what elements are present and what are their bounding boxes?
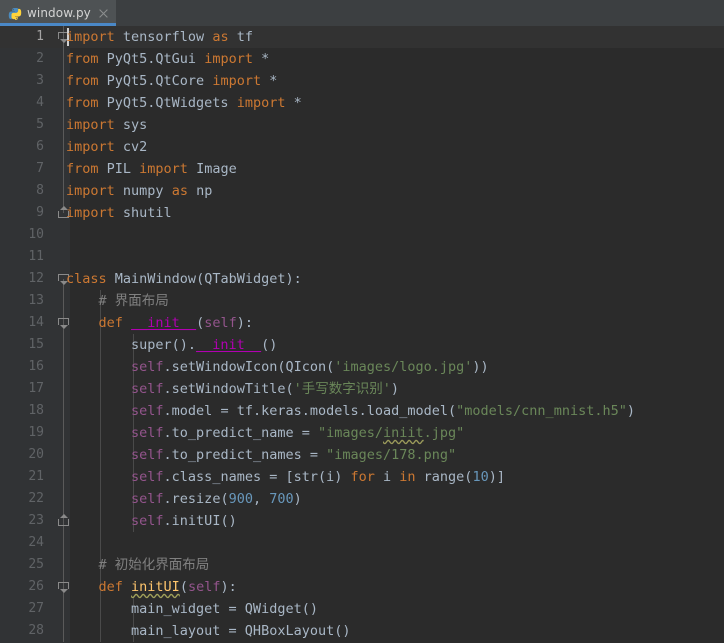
code-line[interactable]: 20 self.to_predict_names = "images/178.p… [0,444,724,466]
code-line[interactable]: 1 import tensorflow as tf [0,26,724,48]
code-line[interactable]: 24 [0,532,724,554]
code-line[interactable]: 2 from PyQt5.QtGui import * [0,48,724,70]
code-text: super().__init__() [66,337,278,353]
code-line[interactable]: 8 import numpy as np [0,180,724,202]
code-line[interactable]: 5 import sys [0,114,724,136]
code-line[interactable]: 3 from PyQt5.QtCore import * [0,70,724,92]
line-number: 13 [28,293,44,308]
code-text: from PyQt5.QtGui import * [66,51,270,67]
line-number: 7 [36,161,44,176]
line-number: 2 [36,51,44,66]
line-number: 5 [36,117,44,132]
code-line[interactable]: 25 # 初始化界面布局 [0,554,724,576]
code-text: self.setWindowIcon(QIcon('images/logo.jp… [131,359,489,375]
line-number: 12 [28,271,44,286]
line-number: 23 [28,513,44,528]
code-lines: 1 import tensorflow as tf 2 from PyQt5.Q… [0,26,724,642]
line-number: 11 [28,249,44,264]
line-number: 14 [28,315,44,330]
code-text: # 初始化界面布局 [98,557,210,573]
line-number: 17 [28,381,44,396]
code-line[interactable]: 4 from PyQt5.QtWidgets import * [0,92,724,114]
line-number: 3 [36,73,44,88]
code-text: # 界面布局 [98,293,169,309]
line-number: 9 [36,205,44,220]
line-number: 15 [28,337,44,352]
line-number: 4 [36,95,44,110]
code-text: import numpy as np [66,183,213,199]
line-number: 19 [28,425,44,440]
code-line[interactable]: 27 main_widget = QWidget() [0,598,724,620]
code-line[interactable]: 21 self.class_names = [str(i) for i in r… [0,466,724,488]
code-text: self.to_predict_name = "images/iniit.jpg… [131,425,465,441]
code-text: self.resize(900, 700) [131,491,302,507]
line-number: 21 [28,469,44,484]
line-number: 6 [36,139,44,154]
code-line[interactable]: 17 self.setWindowTitle('手写数字识别') [0,378,724,400]
code-text: from PyQt5.QtCore import * [66,73,278,89]
code-text: def initUI(self): [98,579,237,595]
code-line[interactable]: 26 def initUI(self): [0,576,724,598]
close-icon[interactable] [98,8,109,19]
code-line[interactable]: 6 import cv2 [0,136,724,158]
code-editor[interactable]: 1 import tensorflow as tf 2 from PyQt5.Q… [0,26,724,643]
code-line[interactable]: 13 # 界面布局 [0,290,724,312]
code-line[interactable]: 23 self.initUI() [0,510,724,532]
code-text: main_widget = QWidget() [66,601,318,617]
code-text: self.model = tf.keras.models.load_model(… [131,403,635,419]
line-number: 27 [28,601,44,616]
line-number: 20 [28,447,44,462]
line-number: 8 [36,183,44,198]
code-line[interactable]: 28 main_layout = QHBoxLayout() [0,620,724,642]
ide-window: window.py 1 import tensorflow as tf 2 fr… [0,0,724,643]
code-text: from PyQt5.QtWidgets import * [66,95,302,111]
line-number: 16 [28,359,44,374]
line-number: 10 [28,227,44,242]
code-text: import sys [66,117,148,133]
code-text: main_layout = QHBoxLayout() [66,623,351,639]
code-line[interactable]: 15 super().__init__() [0,334,724,356]
code-line[interactable]: 18 self.model = tf.keras.models.load_mod… [0,400,724,422]
code-line[interactable]: 7 from PIL import Image [0,158,724,180]
fold-rail [58,532,70,554]
code-text: self.to_predict_names = "images/178.png" [131,447,457,463]
code-text: import cv2 [66,139,148,155]
code-text: import shutil [66,205,172,221]
indent-guide [100,532,101,554]
code-text: self.setWindowTitle('手写数字识别') [131,381,400,397]
code-text: from PIL import Image [66,161,237,177]
code-line[interactable]: 12 class MainWindow(QTabWidget): [0,268,724,290]
line-number: 26 [28,579,44,594]
code-text: def __init__(self): [98,315,253,331]
code-text: self.class_names = [str(i) for i in rang… [131,469,505,485]
line-number: 18 [28,403,44,418]
line-number: 25 [28,557,44,572]
code-text: self.initUI() [131,513,237,529]
editor-tab-bar: window.py [0,0,724,26]
code-text: class MainWindow(QTabWidget): [66,271,302,287]
code-line[interactable]: 22 self.resize(900, 700) [0,488,724,510]
code-text: import tensorflow as tf [66,29,253,45]
line-number: 28 [28,623,44,638]
code-line[interactable]: 14 def __init__(self): [0,312,724,334]
code-line[interactable]: 19 self.to_predict_name = "images/iniit.… [0,422,724,444]
line-number: 1 [36,29,44,44]
python-file-icon [8,6,22,20]
line-number: 22 [28,491,44,506]
code-line[interactable]: 16 self.setWindowIcon(QIcon('images/logo… [0,356,724,378]
code-line[interactable]: 11 [0,246,724,268]
tab-window-py[interactable]: window.py [0,0,116,26]
code-line[interactable]: 9 import shutil [0,202,724,224]
code-line[interactable]: 10 [0,224,724,246]
tab-label: window.py [27,6,91,20]
line-number: 24 [28,535,44,550]
